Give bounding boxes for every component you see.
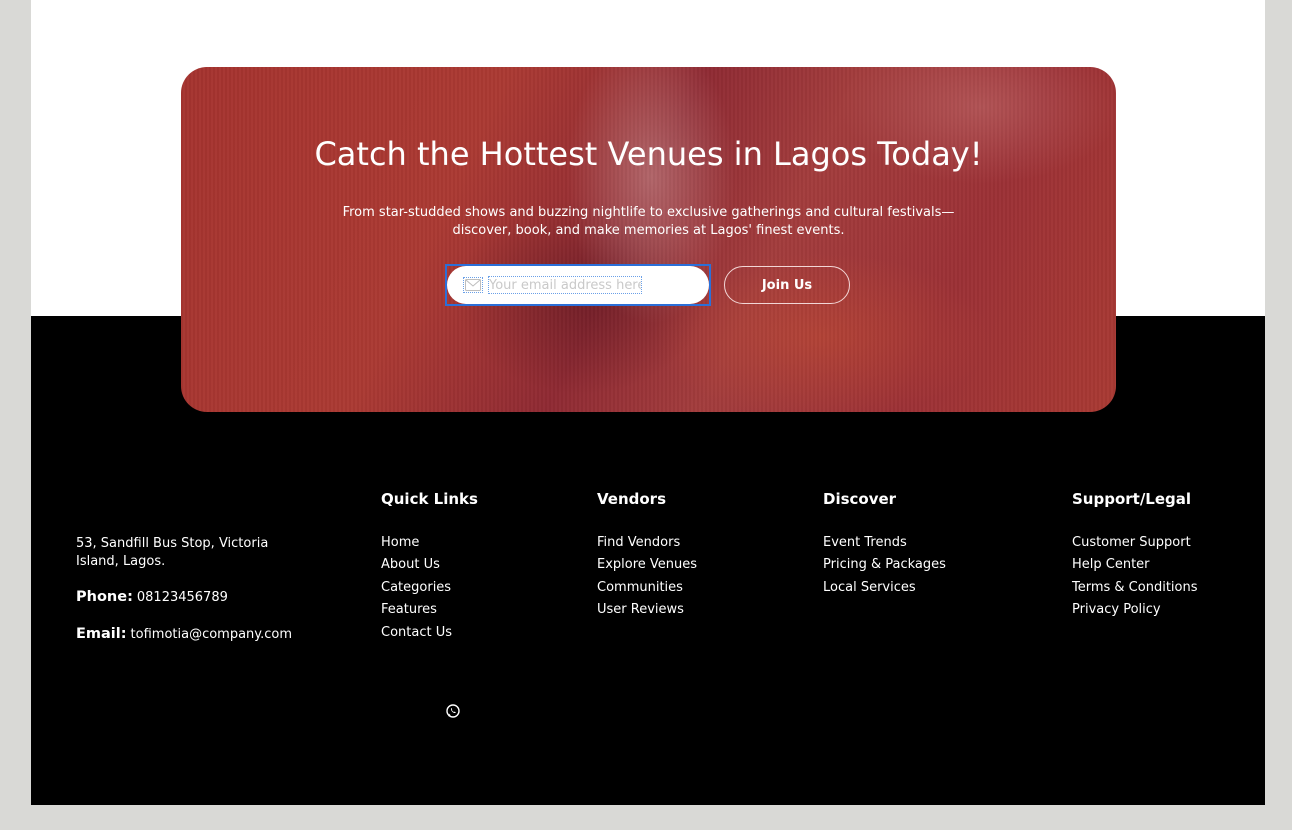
footer-link-categories[interactable]: Categories	[381, 577, 478, 599]
footer-link-communities[interactable]: Communities	[597, 577, 697, 599]
footer-link-privacy[interactable]: Privacy Policy	[1072, 599, 1198, 621]
footer-link-explore-venues[interactable]: Explore Venues	[597, 554, 697, 576]
page: Catch the Hottest Venues in Lagos Today!…	[31, 0, 1265, 805]
footer-link-event-trends[interactable]: Event Trends	[823, 532, 946, 554]
whatsapp-icon[interactable]	[446, 703, 460, 718]
column-title: Support/Legal	[1072, 490, 1192, 508]
footer-address: 53, Sandfill Bus Stop, Victoria Island, …	[76, 536, 269, 569]
footer-link-find-vendors[interactable]: Find Vendors	[597, 532, 697, 554]
email-input[interactable]	[488, 276, 642, 294]
footer-phone: Phone: 08123456789	[76, 589, 228, 605]
footer-link-home[interactable]: Home	[381, 532, 478, 554]
banner-title: Catch the Hottest Venues in Lagos Today!	[314, 135, 983, 173]
column-title: Discover	[823, 490, 897, 508]
footer-link-contact[interactable]: Contact Us	[381, 622, 478, 644]
banner-subtitle: From star-studded shows and buzzing nigh…	[342, 205, 955, 238]
footer-email: Email: tofimotia@company.com	[76, 626, 292, 642]
email-field[interactable]	[447, 266, 709, 304]
footer-link-features[interactable]: Features	[381, 599, 478, 621]
email-value: tofimotia@company.com	[130, 627, 293, 642]
email-label: Email:	[76, 626, 127, 642]
column-title: Quick Links	[381, 490, 478, 508]
mail-icon	[463, 277, 483, 293]
footer-link-customer-support[interactable]: Customer Support	[1072, 532, 1198, 554]
footer-column-support: Support/Legal Customer Support Help Cent…	[1072, 490, 1198, 622]
footer-link-local-services[interactable]: Local Services	[823, 577, 946, 599]
footer-link-user-reviews[interactable]: User Reviews	[597, 599, 697, 621]
footer-column-quick-links: Quick Links Home About Us Categories Fea…	[381, 490, 478, 644]
column-title: Vendors	[597, 490, 667, 508]
footer-column-vendors: Vendors Find Vendors Explore Venues Comm…	[597, 490, 697, 622]
footer-link-pricing[interactable]: Pricing & Packages	[823, 554, 946, 576]
join-button[interactable]: Join Us	[724, 266, 850, 304]
footer-link-about[interactable]: About Us	[381, 554, 478, 576]
phone-value: 08123456789	[136, 590, 228, 605]
footer-column-discover: Discover Event Trends Pricing & Packages…	[823, 490, 946, 599]
phone-label: Phone:	[76, 589, 133, 605]
footer-link-terms[interactable]: Terms & Conditions	[1072, 577, 1198, 599]
newsletter-banner: Catch the Hottest Venues in Lagos Today!…	[181, 67, 1116, 412]
footer-link-help-center[interactable]: Help Center	[1072, 554, 1198, 576]
email-field-focus-ring	[445, 264, 711, 306]
